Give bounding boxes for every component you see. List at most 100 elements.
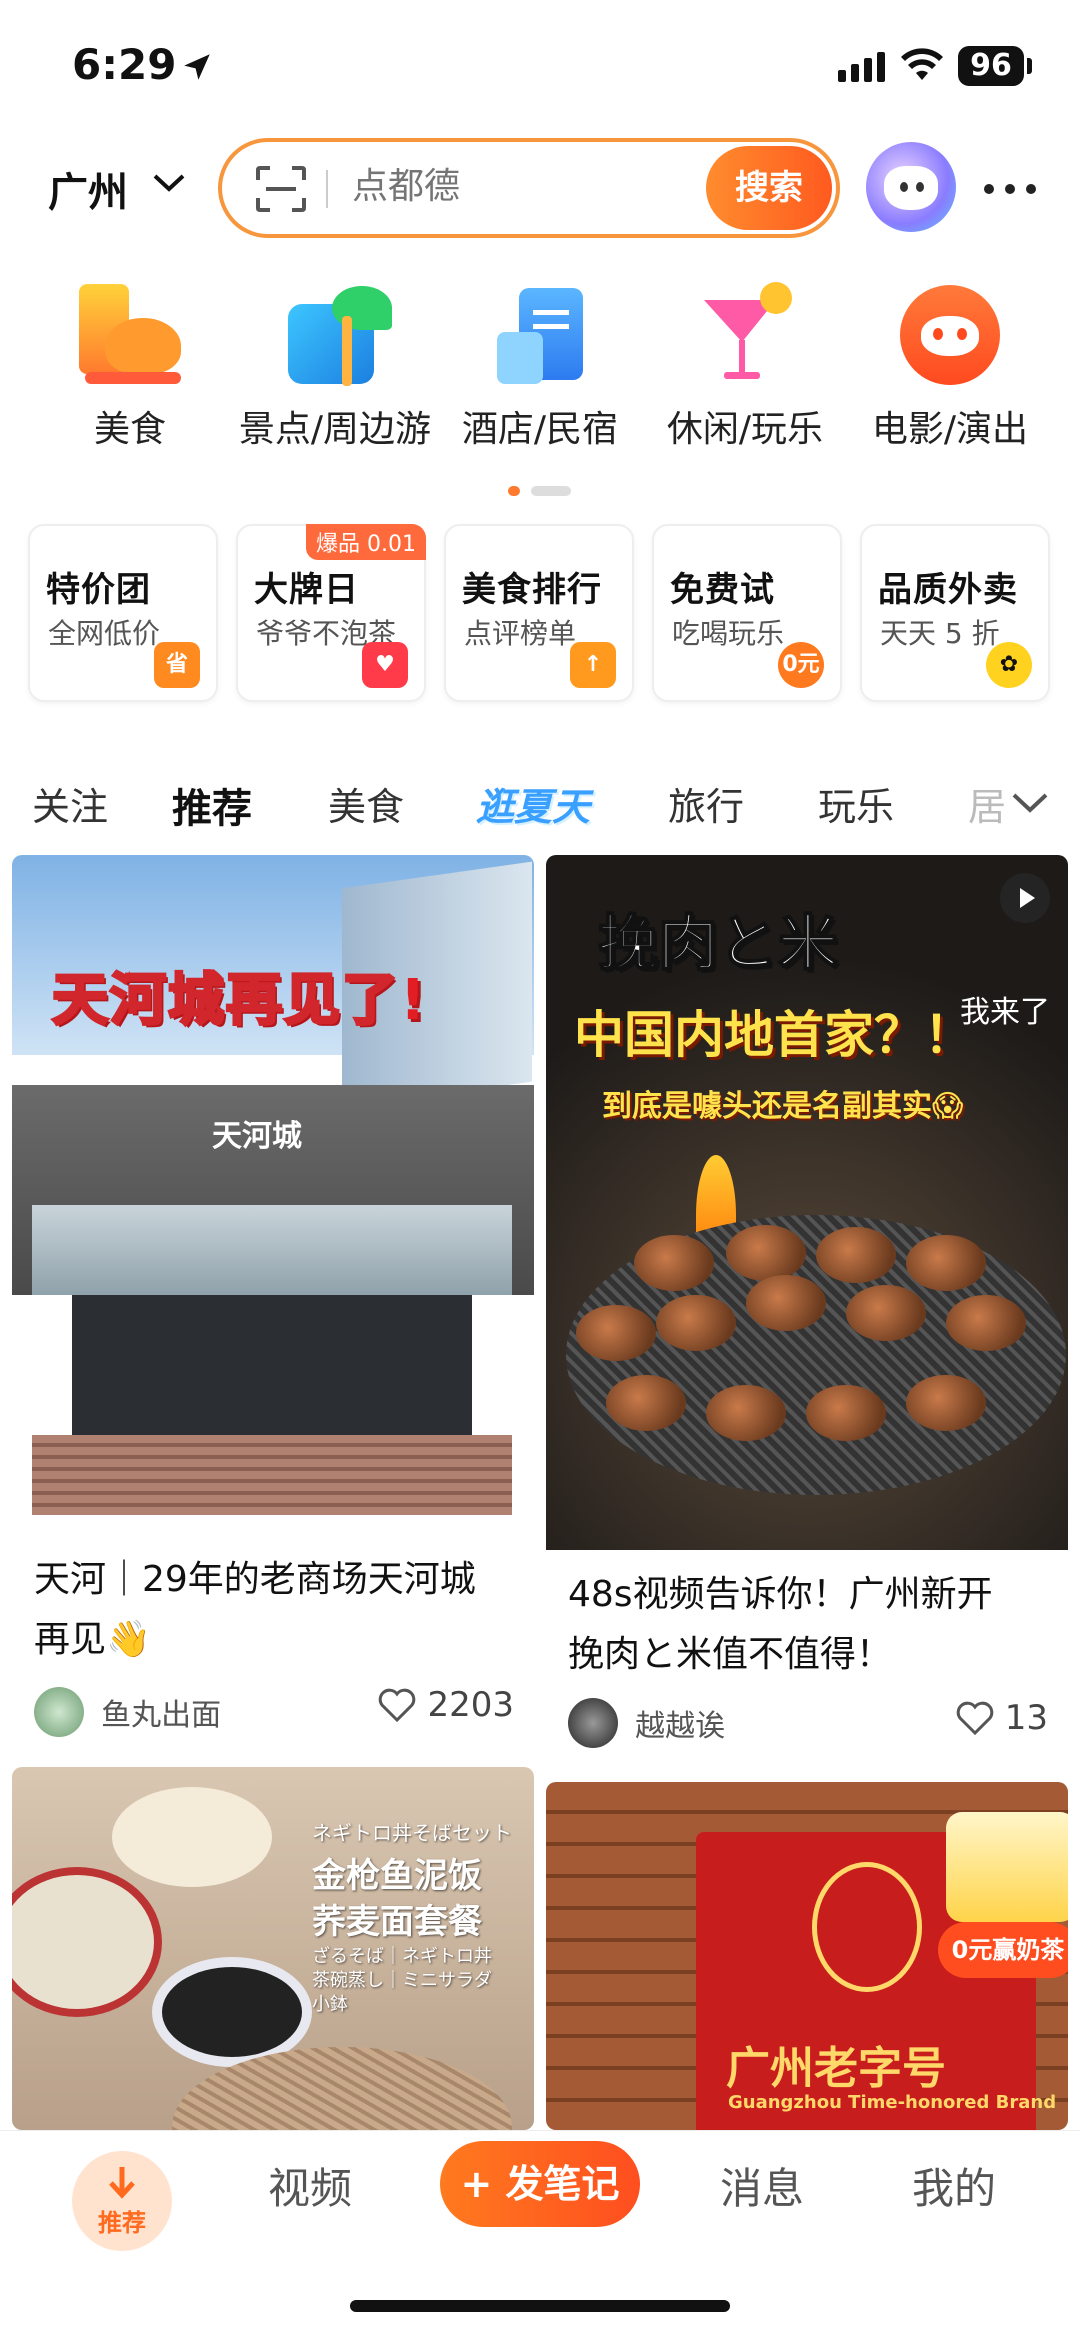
page-dot-active [508, 485, 520, 496]
app-screen: 6:29 96 广州 搜索 [0, 0, 1080, 2337]
category-hotel[interactable]: 酒店/民宿 [435, 270, 645, 452]
cellular-signal-icon [838, 52, 885, 82]
entrance-image [72, 1295, 472, 1445]
promo-tag: 爆品 0.01 [306, 524, 426, 560]
tab-summer[interactable]: 逛夏天 [476, 776, 590, 831]
search-bar[interactable]: 搜索 [218, 138, 840, 238]
food-icon [75, 280, 185, 390]
promo-card-brand-day[interactable]: 爆品 0.01 大牌日 爷爷不泡茶 ♥ [236, 524, 426, 702]
post-note-button[interactable]: + 发笔记 [440, 2141, 640, 2227]
promo-badge: 省 [154, 642, 200, 688]
chevron-down-icon[interactable] [1010, 790, 1050, 816]
image-caption: 到底是噱头还是名副其实😱 [602, 1089, 964, 1124]
banner-text: 天河城再见了 [51, 967, 400, 1035]
category-movies[interactable]: 电影/演出 [845, 270, 1055, 452]
tab-food[interactable]: 美食 [328, 776, 404, 831]
scan-icon[interactable] [256, 166, 306, 212]
image-subtext-line: ざるそば｜ネギトロ丼 [312, 1946, 492, 1967]
like-count: 13 [1004, 1698, 1048, 1738]
promo-bubble[interactable]: 0元赢奶茶 [938, 1922, 1068, 1978]
patty [806, 1385, 886, 1441]
patty [946, 1295, 1026, 1351]
promo-subtitle: 吃喝玩乐 [672, 617, 785, 650]
patty [634, 1235, 714, 1291]
hotel-icon [485, 280, 595, 390]
bunny-mascot-icon: ✿ [986, 642, 1032, 688]
card-title-line: 挽肉と米值不值得！ [568, 1634, 893, 1675]
milk-tea-cups-image [946, 1812, 1068, 1922]
promo-card-ranking[interactable]: 美食排行 点评榜单 ↑ [444, 524, 634, 702]
tab-travel[interactable]: 旅行 [668, 776, 744, 831]
feed-card[interactable]: 天河城 天河城再见了! 天河｜29年的老商场天河城 再见👋 鱼丸出面 2203 [12, 855, 534, 1767]
promo-card-free-trial[interactable]: 免费试 吃喝玩乐 0元 [652, 524, 842, 702]
city-selector[interactable]: 广州 [48, 160, 128, 218]
video-overlay-text: 我来了 [960, 995, 1050, 1030]
search-input[interactable] [352, 166, 652, 207]
category-scenic[interactable]: 景点/周边游 [230, 270, 440, 452]
sign-text: 广州老字号 [726, 2043, 946, 2094]
promo-row: 特价团 全网低价 省 爆品 0.01 大牌日 爷爷不泡茶 ♥ 美食排行 点评榜单… [28, 524, 1058, 704]
location-arrow-icon [184, 54, 210, 80]
image-banner-text: 天河城再见了! [51, 955, 428, 1036]
tab-more[interactable]: 居 [968, 776, 1006, 831]
promo-subtitle: 点评榜单 [464, 617, 577, 650]
arrow-up-icon: ↑ [570, 642, 616, 688]
card-image[interactable]: 广州老字号 Guangzhou Time-honored Brand 0元赢奶茶 [546, 1782, 1068, 2130]
card-image[interactable]: 天河城 天河城再见了! [12, 855, 534, 1530]
card-title[interactable]: 天河｜29年的老商场天河城 再见👋 [34, 1550, 476, 1670]
image-headline-line: 荞麦面套餐 [312, 1902, 482, 1942]
category-label: 美食 [93, 409, 166, 450]
feed-card[interactable]: 挽肉と米 中国内地首家？！ 到底是噱头还是名副其实😱 我来了 48s视频告诉你！… [546, 855, 1068, 1770]
nav-video[interactable]: 视频 [268, 2155, 352, 2216]
patty [656, 1295, 736, 1351]
more-options-icon[interactable] [982, 182, 1038, 196]
like-counter[interactable]: 2203 [378, 1685, 514, 1725]
mall-sign-text: 天河城 [212, 1119, 302, 1154]
category-food[interactable]: 美食 [25, 270, 235, 452]
banner-mark: ! [400, 968, 428, 1033]
category-label: 休闲/玩乐 [666, 409, 824, 450]
category-leisure[interactable]: 休闲/玩乐 [640, 270, 850, 452]
wifi-icon [901, 48, 943, 80]
image-headline-line: 金枪鱼泥饭 [312, 1856, 482, 1896]
category-label: 酒店/民宿 [461, 409, 619, 450]
promo-title: 品质外卖 [878, 570, 1018, 610]
image-subtext: ざるそば｜ネギトロ丼 茶碗蒸し｜ミニサラダ 小鉢 [312, 1945, 492, 2017]
stairs-image [32, 1435, 512, 1515]
tab-fun[interactable]: 玩乐 [818, 776, 894, 831]
nav-me[interactable]: 我的 [912, 2155, 996, 2216]
cat-face-icon [895, 280, 1005, 390]
avatar [568, 1698, 618, 1748]
sign-english-text: Guangzhou Time-honored Brand [728, 2092, 1057, 2113]
chevron-down-icon[interactable] [152, 172, 186, 194]
card-author[interactable]: 越越诶 [568, 1698, 725, 1748]
image-headline: 金枪鱼泥饭 荞麦面套餐 [312, 1853, 482, 1945]
status-time: 6:29 [72, 40, 177, 89]
tab-recommend[interactable]: 推荐 [172, 776, 252, 838]
assistant-avatar-icon[interactable] [866, 142, 956, 232]
card-author[interactable]: 鱼丸出面 [34, 1687, 221, 1737]
author-name: 鱼丸出面 [101, 1698, 222, 1733]
promo-card-delivery[interactable]: 品质外卖 天天 5 折 ✿ [860, 524, 1050, 702]
like-count: 2203 [427, 1685, 514, 1725]
card-image[interactable]: 挽肉と米 中国内地首家？！ 到底是噱头还是名副其实😱 我来了 [546, 855, 1068, 1550]
feed-card[interactable]: 广州老字号 Guangzhou Time-honored Brand 0元赢奶茶 [546, 1782, 1068, 2130]
card-title[interactable]: 48s视频告诉你！广州新开 挽肉と米值不值得！ [568, 1565, 993, 1685]
patty [816, 1227, 896, 1283]
nav-home[interactable]: 推荐 [72, 2151, 172, 2251]
promo-card-deals[interactable]: 特价团 全网低价 省 [28, 524, 218, 702]
patty [706, 1385, 786, 1441]
feed-tabs: 关注 推荐 美食 逛夏天 旅行 玩乐 居 [0, 770, 1080, 840]
tab-follow[interactable]: 关注 [32, 776, 108, 831]
card-image[interactable]: ネギトロ丼そばセット 金枪鱼泥饭 荞麦面套餐 ざるそば｜ネギトロ丼 茶碗蒸し｜ミ… [12, 1767, 534, 2130]
author-name: 越越诶 [635, 1709, 726, 1744]
video-play-icon[interactable] [1000, 873, 1050, 923]
nav-messages[interactable]: 消息 [720, 2155, 804, 2216]
cocktail-icon [690, 280, 800, 390]
image-subhead: 中国内地首家？！ [574, 1006, 974, 1064]
promo-badge: 0元 [778, 642, 824, 688]
feed-card[interactable]: ネギトロ丼そばセット 金枪鱼泥饭 荞麦面套餐 ざるそば｜ネギトロ丼 茶碗蒸し｜ミ… [12, 1767, 534, 2130]
promo-subtitle: 天天 5 折 [880, 617, 1000, 650]
like-counter[interactable]: 13 [956, 1698, 1048, 1738]
search-button[interactable]: 搜索 [706, 146, 832, 230]
